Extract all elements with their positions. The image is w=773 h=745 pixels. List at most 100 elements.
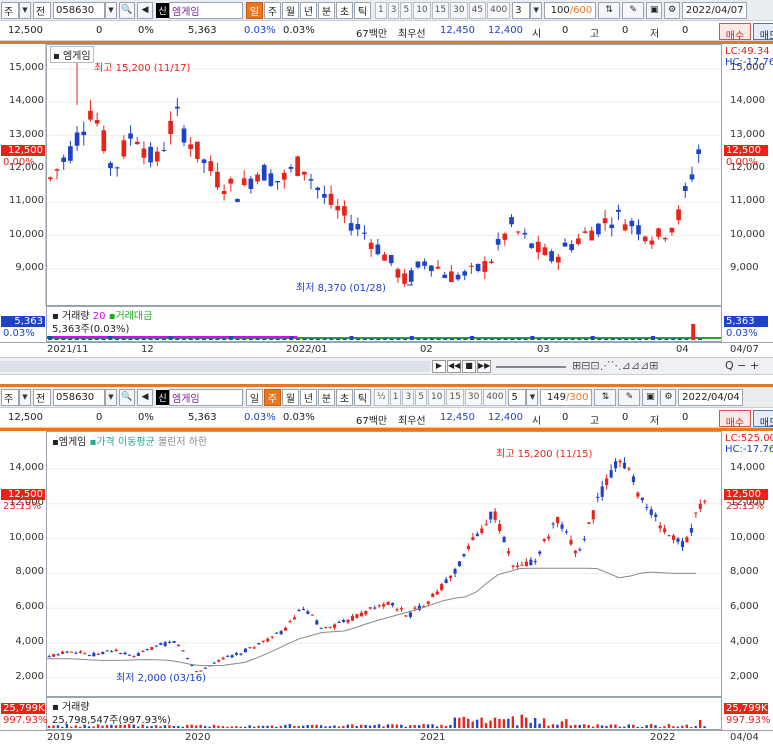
b-stock-name-field[interactable]: 엠게임 [169,388,243,406]
top-candle [549,251,554,262]
b-interval-400[interactable]: 400 [483,388,507,406]
nav-play-button[interactable]: ▶ [432,360,446,373]
nav-stop-button[interactable]: ■ [462,360,476,373]
b-sell-label: 매도 [759,418,773,429]
top-vol-pct-right: 0.03% [726,328,758,339]
bot-candle [65,651,69,653]
indicator-icon[interactable]: ⇅ [598,1,621,19]
top-candle [181,128,187,143]
b-interval-1[interactable]: 1 [389,388,402,406]
b-period-tab-1[interactable]: 주 [264,388,281,406]
save-icon[interactable]: ▣ [646,1,663,19]
b-n-dropdown-icon[interactable]: ▼ [526,388,539,406]
top-price-chart[interactable] [46,44,722,306]
bot-vol-bar [172,726,176,728]
search-icon[interactable]: 🔍 [119,1,135,19]
zoom-slider[interactable] [496,366,566,368]
jeon-button[interactable]: 전 [33,1,51,19]
sell-button[interactable]: 매도 [753,23,773,42]
b-count-field[interactable]: 149/300 [540,388,593,406]
market-type-select[interactable]: 주 [1,1,19,19]
b-market-type-select[interactable]: 주 [1,388,19,406]
interval-1[interactable]: 1 [375,1,387,19]
b-indicator-icon[interactable]: ⇅ [594,388,617,406]
market-type-dropdown-icon[interactable]: ▼ [19,1,31,19]
buy-button[interactable]: 매수 [719,23,751,42]
period-tab-6[interactable]: 틱 [354,1,371,19]
b-market-type-dropdown-icon[interactable]: ▼ [19,388,31,406]
interval-45[interactable]: 45 [468,1,487,19]
period-tab-1[interactable]: 주 [264,1,281,19]
b-stock-code-input[interactable]: 058630 [53,388,105,406]
b-tool-icon[interactable]: ✎ [618,388,641,406]
period-tab-0[interactable]: 일 [246,1,263,19]
top-candle [555,256,561,263]
layout-icons[interactable]: ⊞⊟⊡⋰⋱⊿⊿⊿⊞ [572,359,659,372]
top-candle [161,149,167,151]
b-interval-10[interactable]: 10 [427,388,446,406]
stock-code-input[interactable]: 058630 [53,1,105,19]
b-period-tab-3[interactable]: 년 [300,388,317,406]
top-scrollbar[interactable] [0,361,430,372]
interval-30[interactable]: 30 [450,1,468,19]
b-interval-30[interactable]: 30 [464,388,483,406]
bot-candle [114,649,118,651]
period-tab-4[interactable]: 분 [318,1,335,19]
n-select[interactable]: 3 [512,1,531,19]
b-buy-button[interactable]: 매수 [719,410,751,429]
b-period-tab-4[interactable]: 분 [318,388,335,406]
date-field[interactable]: 2022/04/07 [682,1,748,19]
b-period-tab-6[interactable]: 틱 [354,388,371,406]
nav-prev-button[interactable]: ◀◀ [447,360,461,373]
b-code-dropdown-icon[interactable]: ▼ [105,388,117,406]
top-candle [682,186,688,191]
bot-candle [457,561,462,567]
stock-name-field[interactable]: 엠게임 [169,1,243,19]
b-period-tab-2[interactable]: 월 [282,388,299,406]
period-tab-2[interactable]: 월 [282,1,299,19]
interval-10[interactable]: 10 [413,1,431,19]
gear-icon[interactable]: ⚙ [664,1,681,19]
b-half-button[interactable]: ½ [374,388,389,406]
period-tab-5[interactable]: 초 [336,1,353,19]
bot-candle [694,512,698,514]
bot-vol-bar [462,716,465,728]
b-save-icon[interactable]: ▣ [642,388,659,406]
tool-icon[interactable]: ✎ [622,1,645,19]
b-period-tab-5[interactable]: 초 [336,388,353,406]
bot-vol-bar [217,725,220,728]
bot-vol-bar [663,726,666,728]
b-interval-5[interactable]: 5 [415,388,427,406]
period-tab-3[interactable]: 년 [300,1,317,19]
b-sell-button[interactable]: 매도 [753,410,773,429]
bottom-price-chart[interactable] [46,431,722,697]
si-label: 시 [532,29,542,40]
nav-next-button[interactable]: ▶▶ [477,360,491,373]
top-candle [482,261,488,272]
bot-vol-bar [310,724,314,728]
n-dropdown-icon[interactable]: ▼ [530,1,543,19]
b-gear-icon[interactable]: ⚙ [660,388,677,406]
interval-3[interactable]: 3 [387,1,400,19]
b-search-icon[interactable]: 🔍 [119,388,135,406]
b-interval-15[interactable]: 15 [446,388,464,406]
top-candle [469,265,474,267]
b-period-tab-0[interactable]: 일 [246,388,263,406]
count-field[interactable]: 100/600 [544,1,597,19]
b-date-field[interactable]: 2022/04/04 [678,388,744,406]
interval-15[interactable]: 15 [431,1,450,19]
top-vol-bar [88,338,93,340]
b-turnover-pct: 0.03% [283,412,315,423]
b-interval-3[interactable]: 3 [402,388,415,406]
bot-candle [489,511,493,520]
bot-vol-bar [422,724,425,728]
bot-candle [47,656,51,658]
b-sound-icon[interactable]: ◀ [137,388,153,406]
interval-400[interactable]: 400 [487,1,511,19]
sound-icon[interactable]: ◀ [137,1,153,19]
interval-5[interactable]: 5 [400,1,413,19]
code-dropdown-icon[interactable]: ▼ [105,1,117,19]
zoom-icons[interactable]: Q − + [725,359,759,372]
b-jeon-button[interactable]: 전 [33,388,51,406]
b-n-select[interactable]: 5 [508,388,527,406]
